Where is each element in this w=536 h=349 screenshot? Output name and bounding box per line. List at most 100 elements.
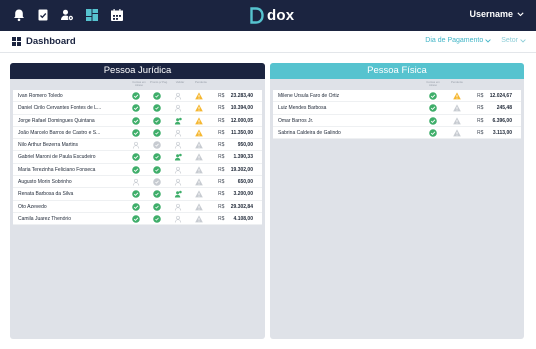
warning-icon — [195, 153, 203, 161]
column-header: Contas em Atraso — [426, 80, 440, 87]
user-pending-icon — [174, 166, 182, 174]
warning-icon — [453, 129, 461, 137]
user-pending-icon — [132, 178, 140, 186]
check-circle-icon — [132, 165, 140, 174]
column-header: Contas em Atraso — [132, 80, 146, 87]
user-approved-icon — [174, 191, 182, 198]
row-name: Augusto Morin Sobrinho — [18, 179, 72, 186]
pessoa-juridica-panel: Pessoa Jurídica Contas em Atraso Pronto … — [10, 63, 265, 339]
column-header: Pronto p/ Pag. — [150, 80, 168, 84]
calendar-icon[interactable] — [110, 8, 124, 22]
pessoa-fisica-panel: Pessoa Física Contas em Atraso Pendente … — [270, 63, 524, 339]
user-pending-icon — [174, 203, 182, 211]
table-row[interactable]: Omar Barros Jr. R$ 6.396,00 — [273, 115, 521, 127]
table-row[interactable]: Daniel Cirilo Cervantes Fontes de L... R$… — [13, 102, 262, 115]
table-row[interactable]: Renata Barbosa da Silva R$ 3.200,00 — [13, 188, 262, 201]
document-check-icon[interactable] — [36, 8, 50, 22]
approval-badge-icon — [153, 141, 161, 149]
user-pending-icon — [174, 129, 182, 137]
warning-icon — [195, 104, 203, 112]
check-circle-icon — [429, 116, 437, 125]
row-amount: 29.302,84 — [230, 203, 253, 210]
warning-icon — [195, 215, 203, 223]
row-name: Milene Úrsula Faro de Ortiz — [278, 93, 340, 99]
approval-badge-icon — [153, 104, 161, 113]
table-row[interactable]: Nilo Arthur Bezerra Martins R$ 950,00 — [13, 139, 262, 152]
dashboard-grid-icon — [12, 37, 21, 46]
warning-icon — [195, 190, 203, 198]
check-circle-icon — [132, 92, 140, 100]
approval-badge-icon — [153, 215, 161, 223]
table-row[interactable]: Ivan Romero Toledo R$ 23.283,40 — [13, 90, 262, 103]
dashboard-content: Pessoa Jurídica Contas em Atraso Pronto … — [0, 53, 536, 349]
chevron-down-icon — [485, 38, 491, 43]
row-amount: 6.396,00 — [492, 117, 512, 124]
table-row[interactable]: Jorge Rafael Domingues Quintana R$ 12.000,… — [13, 115, 262, 127]
dashboard-grid-icon[interactable] — [85, 8, 99, 22]
check-circle-icon — [132, 116, 140, 125]
user-pending-icon — [174, 105, 182, 112]
row-name: Luiz Mendes Barbosa — [278, 105, 327, 112]
row-amount: 950,00 — [237, 142, 253, 149]
table-row[interactable]: Gabriel Maroni de Paula Escudeiro R$ 1.390… — [13, 151, 262, 164]
row-name: Daniel Cirilo Cervantes Fontes de L... — [18, 105, 102, 112]
check-circle-icon — [132, 129, 140, 137]
table-row[interactable]: Luiz Mendes Barbosa R$ 245,48 — [273, 102, 521, 115]
table-row[interactable]: Milene Úrsula Faro de Ortiz R$ 12.024,67 — [273, 90, 521, 103]
user-pending-icon — [174, 92, 182, 100]
user-pending-icon — [174, 178, 182, 186]
user-name: Username — [469, 9, 513, 19]
bell-icon[interactable] — [12, 8, 26, 22]
row-amount: 4.108,00 — [233, 215, 253, 222]
panel-title: Pessoa Jurídica — [10, 63, 265, 79]
payment-day-filter-label: Dia de Pagamento — [425, 37, 484, 44]
row-amount: 650,00 — [237, 179, 253, 186]
warning-icon — [195, 116, 203, 124]
user-approved-icon — [174, 154, 182, 161]
row-name: Jorge Rafael Domingues Quintana — [18, 117, 95, 124]
row-amount: 19.302,00 — [230, 166, 253, 173]
row-amount: 3.200,00 — [233, 191, 253, 198]
warning-icon — [195, 166, 203, 174]
row-amount: 3.113,00 — [492, 129, 512, 136]
logo-text: dox — [267, 7, 295, 24]
row-amount: 12.024,67 — [489, 93, 512, 99]
row-name: Nilo Arthur Bezerra Martins — [18, 142, 79, 149]
approval-badge-icon — [153, 202, 161, 211]
dox-logo: dox — [250, 6, 294, 25]
approval-badge-icon — [153, 190, 161, 199]
sector-filter[interactable]: Setor — [501, 37, 526, 44]
user-pending-icon — [174, 142, 182, 149]
row-amount: 11.350,00 — [231, 129, 253, 136]
panel-title: Pessoa Física — [270, 63, 524, 79]
check-circle-icon — [132, 153, 140, 162]
check-circle-icon — [429, 104, 437, 113]
top-navigation-bar: dox Username — [0, 0, 536, 31]
row-name: Ivan Romero Toledo — [18, 93, 63, 99]
row-amount: 23.283,40 — [230, 93, 253, 99]
chevron-down-icon — [520, 38, 526, 43]
dashboard-header: Dashboard Dia de Pagamento Setor — [0, 31, 536, 53]
row-amount: 12.000,05 — [230, 117, 253, 124]
warning-icon — [453, 116, 461, 124]
check-circle-icon — [429, 129, 437, 137]
table-row[interactable]: Augusto Morin Sobrinho R$ 650,00 — [13, 176, 262, 189]
row-amount: 245,48 — [496, 105, 512, 112]
table-row[interactable]: Camila Juarez Thenório R$ 4.108,00 — [13, 213, 262, 226]
row-amount: 1.390,33 — [233, 154, 253, 161]
table-row[interactable]: Oto Azevedo R$ 29.302,84 — [13, 201, 262, 213]
chevron-down-icon — [517, 11, 524, 16]
table-row[interactable]: João Marcelo Barros de Castro e S... R$ 11… — [13, 127, 262, 140]
table-row[interactable]: Maria Terezinha Feliciano Fonseca R$ 19.30… — [13, 164, 262, 177]
users-settings-icon[interactable] — [60, 8, 74, 22]
row-name: Sabrina Caldeira de Galindo — [278, 129, 341, 136]
row-name: Maria Terezinha Feliciano Fonseca — [18, 166, 96, 173]
row-name: Camila Juarez Thenório — [18, 215, 71, 222]
user-menu[interactable]: Username — [469, 9, 524, 19]
warning-icon — [195, 129, 203, 137]
warning-icon — [453, 92, 461, 100]
warning-icon — [195, 141, 203, 149]
payment-day-filter[interactable]: Dia de Pagamento — [425, 37, 491, 44]
table-row[interactable]: Sabrina Caldeira de Galindo R$ 3.113,00 — [273, 127, 521, 140]
approval-badge-icon — [153, 116, 161, 125]
